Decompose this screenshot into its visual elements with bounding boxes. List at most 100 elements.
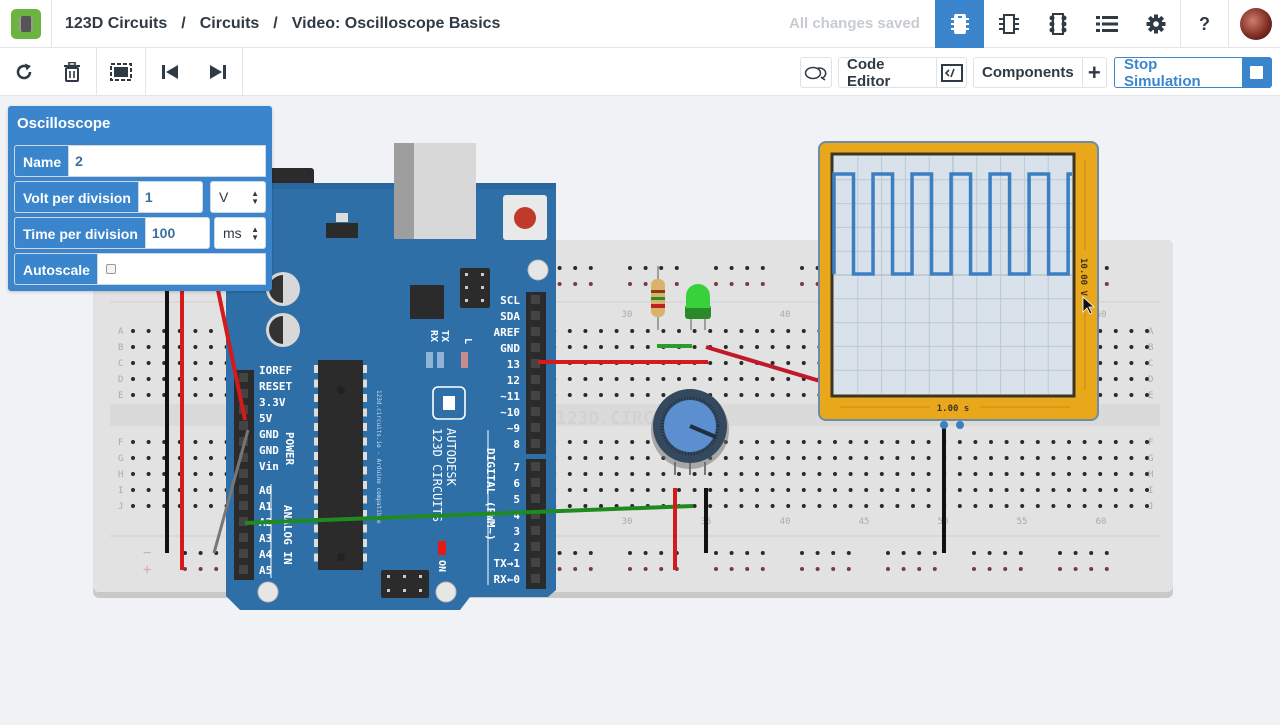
breadboard-hole[interactable] — [864, 504, 869, 508]
header-pin[interactable] — [239, 373, 248, 382]
breadboard-hole[interactable] — [973, 472, 978, 476]
breadboard-hole[interactable] — [989, 472, 993, 476]
breadboard-hole[interactable] — [786, 440, 791, 444]
breadboard-hole[interactable] — [770, 488, 775, 492]
breadboard-hole[interactable] — [661, 393, 666, 397]
reset-button[interactable] — [514, 207, 536, 229]
breadboard-hole[interactable] — [1004, 488, 1009, 492]
rail-hole[interactable] — [573, 551, 578, 555]
breadboard-hole[interactable] — [911, 488, 915, 492]
breadboard-hole[interactable] — [630, 377, 635, 381]
breadboard-hole[interactable] — [677, 329, 681, 333]
breadboard-hole[interactable] — [583, 345, 588, 349]
rail-hole[interactable] — [760, 266, 765, 270]
breadboard-hole[interactable] — [770, 456, 775, 460]
breadboard-hole[interactable] — [801, 393, 806, 397]
breadboard-hole[interactable] — [1082, 472, 1087, 476]
breadboard-hole[interactable] — [848, 440, 853, 444]
breadboard-hole[interactable] — [614, 488, 619, 492]
breadboard-hole[interactable] — [193, 440, 198, 444]
breadboard-hole[interactable] — [879, 472, 884, 476]
breadboard-hole[interactable] — [677, 472, 681, 476]
components-button[interactable]: Components + — [973, 57, 1107, 88]
rail-hole[interactable] — [628, 282, 632, 286]
breadboard-hole[interactable] — [786, 472, 791, 476]
breadboard-hole[interactable] — [723, 361, 728, 365]
breadboard-hole[interactable] — [661, 488, 666, 492]
breadboard-hole[interactable] — [911, 440, 915, 444]
breadboard-hole[interactable] — [645, 456, 650, 460]
breadboard-hole[interactable] — [848, 456, 853, 460]
rail-hole[interactable] — [1003, 551, 1008, 555]
rail-hole[interactable] — [729, 282, 734, 286]
breadboard-hole[interactable] — [1051, 440, 1056, 444]
breadboard-hole[interactable] — [630, 393, 635, 397]
breadboard-hole[interactable] — [146, 504, 151, 508]
breadboard-hole[interactable] — [1051, 504, 1056, 508]
rail-hole[interactable] — [674, 266, 679, 270]
breadboard-hole[interactable] — [708, 504, 713, 508]
rail-hole[interactable] — [1073, 567, 1078, 571]
breadboard-hole[interactable] — [755, 472, 759, 476]
header-pin[interactable] — [531, 526, 540, 535]
rail-hole[interactable] — [1104, 266, 1109, 270]
annotations-button[interactable] — [800, 57, 832, 88]
breadboard-hole[interactable] — [645, 440, 650, 444]
breadboard-hole[interactable] — [708, 472, 713, 476]
breadboard-hole[interactable] — [1098, 440, 1103, 444]
breadboard-hole[interactable] — [1113, 345, 1118, 349]
rail-hole[interactable] — [1104, 551, 1109, 555]
rail-hole[interactable] — [800, 282, 804, 286]
breadboard-hole[interactable] — [801, 504, 806, 508]
rail-hole[interactable] — [800, 567, 804, 571]
breadboard-hole[interactable] — [786, 361, 791, 365]
breadboard-hole[interactable] — [131, 472, 135, 476]
breadboard-hole[interactable] — [786, 488, 791, 492]
breadboard-hole[interactable] — [567, 488, 572, 492]
breadboard-hole[interactable] — [801, 329, 806, 333]
rail-hole[interactable] — [800, 551, 804, 555]
breadboard-hole[interactable] — [1113, 456, 1118, 460]
breadboard-hole[interactable] — [1129, 329, 1134, 333]
settings-button[interactable] — [1131, 0, 1180, 48]
breadboard-hole[interactable] — [755, 504, 759, 508]
breadboard-hole[interactable] — [209, 440, 213, 444]
rail-hole[interactable] — [831, 567, 836, 571]
breadboard-hole[interactable] — [926, 440, 931, 444]
breadboard-hole[interactable] — [911, 504, 915, 508]
breadboard-hole[interactable] — [739, 472, 744, 476]
arduino-uno[interactable]: IOREFRESET3.3V5VGNDGNDVinA0A1A2A3A4A5SCL… — [226, 143, 556, 610]
breadboard-hole[interactable] — [630, 329, 635, 333]
rail-hole[interactable] — [1073, 551, 1078, 555]
breadboard-hole[interactable] — [146, 488, 151, 492]
breadboard-hole[interactable] — [739, 440, 744, 444]
breadboard-hole[interactable] — [1004, 504, 1009, 508]
rail-hole[interactable] — [588, 282, 593, 286]
breadboard-hole[interactable] — [755, 345, 759, 349]
breadboard-hole[interactable] — [755, 488, 759, 492]
breadboard-hole[interactable] — [786, 377, 791, 381]
breadboard-hole[interactable] — [817, 472, 822, 476]
probe-negative[interactable] — [940, 421, 948, 429]
breadboard-hole[interactable] — [833, 440, 837, 444]
breadboard-hole[interactable] — [146, 440, 151, 444]
rail-hole[interactable] — [714, 551, 718, 555]
autoscale-checkbox[interactable] — [105, 264, 116, 274]
rail-hole[interactable] — [198, 567, 203, 571]
breadboard-hole[interactable] — [193, 361, 198, 365]
breadboard-hole[interactable] — [614, 329, 619, 333]
breadboard-hole[interactable] — [1051, 456, 1056, 460]
breadboard-hole[interactable] — [817, 456, 822, 460]
breadboard-hole[interactable] — [1113, 329, 1118, 333]
probe-positive[interactable] — [956, 421, 964, 429]
breadboard-hole[interactable] — [1067, 472, 1071, 476]
breadboard-hole[interactable] — [739, 504, 744, 508]
breadboard-hole[interactable] — [1113, 393, 1118, 397]
header-pin[interactable] — [531, 494, 540, 503]
breadboard-hole[interactable] — [209, 456, 213, 460]
breadboard-hole[interactable] — [755, 440, 759, 444]
name-input[interactable]: 2 — [68, 145, 266, 177]
breadboard-hole[interactable] — [209, 393, 213, 397]
breadboard-hole[interactable] — [1113, 472, 1118, 476]
breadboard-hole[interactable] — [989, 488, 993, 492]
